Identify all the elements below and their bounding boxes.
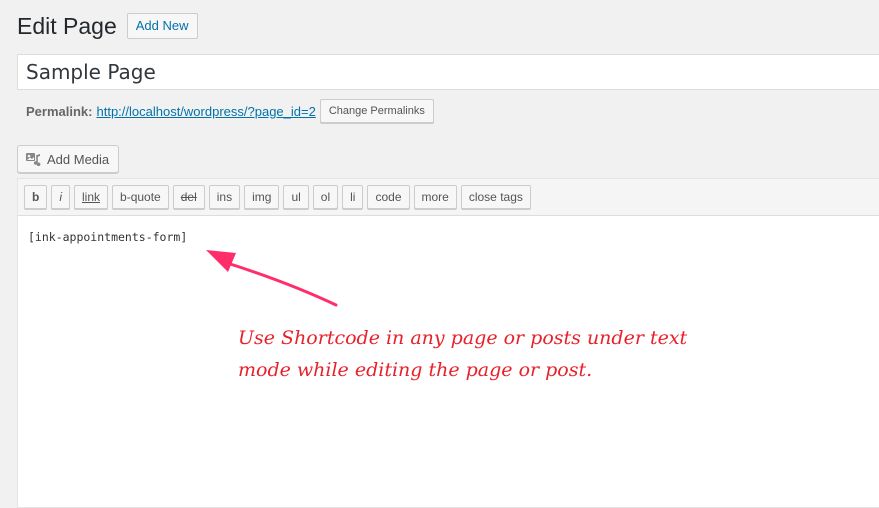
qt-link-button[interactable]: link bbox=[74, 185, 109, 209]
qt-bold-button[interactable]: b bbox=[24, 185, 48, 209]
qt-code-button[interactable]: code bbox=[367, 185, 410, 209]
annotation-line-2: mode while editing the page or post. bbox=[238, 359, 593, 381]
qt-ol-button[interactable]: ol bbox=[312, 185, 339, 209]
qt-img-button[interactable]: img bbox=[244, 185, 280, 209]
quicktags-toolbar: b i link b-quote del ins img ul ol li co… bbox=[18, 179, 879, 216]
change-permalinks-button[interactable]: Change Permalinks bbox=[319, 99, 434, 123]
add-media-button[interactable]: Add Media bbox=[17, 145, 120, 173]
qt-blockquote-button[interactable]: b-quote bbox=[112, 185, 169, 209]
permalink-row: Permalink: http://localhost/wordpress/?p… bbox=[26, 99, 434, 123]
qt-italic-button[interactable]: i bbox=[51, 185, 71, 209]
page-title: Edit Page bbox=[17, 13, 117, 39]
add-media-icon bbox=[25, 151, 41, 167]
editor-content-textarea[interactable]: [ink-appointments-form] bbox=[18, 216, 879, 258]
qt-li-button[interactable]: li bbox=[342, 185, 364, 209]
add-media-label: Add Media bbox=[47, 151, 110, 167]
qt-close-tags-button[interactable]: close tags bbox=[460, 185, 531, 209]
post-title-input[interactable] bbox=[17, 54, 879, 90]
page-heading-row: Edit Page Add New bbox=[17, 12, 198, 40]
annotation-text: Use Shortcode in any page or posts under… bbox=[238, 322, 758, 386]
qt-ins-button[interactable]: ins bbox=[208, 185, 241, 209]
annotation-line-1: Use Shortcode in any page or posts under… bbox=[238, 327, 688, 349]
permalink-label: Permalink: bbox=[26, 103, 93, 119]
permalink-link[interactable]: http://localhost/wordpress/?page_id=2 bbox=[96, 104, 315, 119]
add-new-button[interactable]: Add New bbox=[126, 13, 198, 39]
qt-more-button[interactable]: more bbox=[413, 185, 457, 209]
qt-ul-button[interactable]: ul bbox=[283, 185, 309, 209]
qt-del-button[interactable]: del bbox=[172, 185, 205, 209]
